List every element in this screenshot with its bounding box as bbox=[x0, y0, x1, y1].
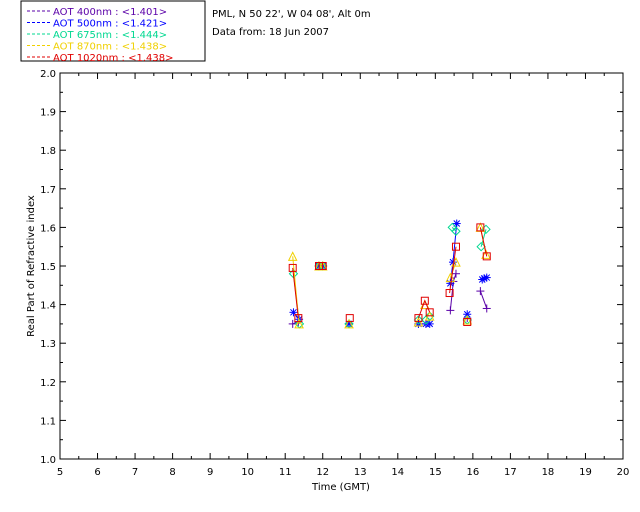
site-info: PML, N 50 22', W 04 08', Alt 0m bbox=[212, 9, 371, 20]
series-line bbox=[479, 290, 488, 309]
legend-entry: AOT 870nm : <1.438> bbox=[53, 42, 167, 53]
legend: AOT 400nm : <1.401>AOT 500nm : <1.421>AO… bbox=[20, 0, 206, 64]
y-tick-label: 1.5 bbox=[40, 262, 56, 273]
x-tick-label: 18 bbox=[542, 467, 555, 478]
data-point bbox=[476, 287, 485, 296]
y-tick-label: 1.4 bbox=[40, 301, 56, 312]
x-tick-label: 19 bbox=[579, 467, 592, 478]
series-0 bbox=[288, 262, 491, 328]
series-layer bbox=[287, 219, 491, 329]
data-point bbox=[446, 306, 455, 315]
plot-frame bbox=[59, 72, 624, 460]
x-tick-label: 6 bbox=[94, 467, 100, 478]
series-1 bbox=[289, 219, 491, 328]
y-tick-label: 1.2 bbox=[40, 378, 56, 389]
y-tick-label: 1.1 bbox=[40, 416, 56, 427]
data-point bbox=[482, 304, 491, 313]
x-tick-label: 15 bbox=[429, 467, 442, 478]
data-point bbox=[452, 219, 461, 228]
series-4 bbox=[288, 223, 491, 326]
x-axis-label: Time (GMT) bbox=[311, 482, 370, 493]
series-3 bbox=[287, 222, 491, 329]
legend-entry: AOT 1020nm : <1.438> bbox=[53, 53, 173, 64]
x-tick-label: 20 bbox=[617, 467, 630, 478]
x-axis: 5 6 7 8 9 10 11 12 13 14 15 16 17 18 19 20 bbox=[57, 73, 630, 478]
y-tick-label: 1.8 bbox=[40, 146, 56, 157]
legend-entry: AOT 675nm : <1.444> bbox=[53, 30, 167, 41]
x-tick-label: 11 bbox=[279, 467, 292, 478]
x-tick-label: 5 bbox=[57, 467, 63, 478]
x-tick-label: 16 bbox=[466, 467, 479, 478]
x-tick-label: 7 bbox=[132, 467, 138, 478]
x-tick-label: 17 bbox=[504, 467, 517, 478]
x-tick-label: 8 bbox=[169, 467, 175, 478]
y-axis: 1.0 1.1 1.2 1.3 1.4 1.5 1.6 1.7 1.8 1.9 2.0 bbox=[40, 69, 623, 466]
data-point bbox=[289, 308, 298, 317]
y-tick-label: 1.0 bbox=[40, 455, 56, 466]
series-2 bbox=[288, 222, 491, 329]
legend-entry: AOT 500nm : <1.421> bbox=[53, 19, 167, 30]
x-tick-label: 9 bbox=[207, 467, 213, 478]
data-point bbox=[482, 273, 491, 282]
x-tick-label: 10 bbox=[241, 467, 254, 478]
y-tick-label: 2.0 bbox=[40, 69, 56, 80]
y-tick-label: 1.7 bbox=[40, 185, 56, 196]
x-tick-label: 14 bbox=[391, 467, 404, 478]
y-tick-label: 1.3 bbox=[40, 339, 56, 350]
refractive-index-chart: AOT 400nm : <1.401>AOT 500nm : <1.421>AO… bbox=[20, 0, 630, 493]
data-date: Data from: 18 Jun 2007 bbox=[212, 27, 329, 38]
data-point bbox=[425, 319, 434, 328]
y-tick-label: 1.6 bbox=[40, 223, 56, 234]
x-tick-label: 12 bbox=[316, 467, 329, 478]
y-axis-label: Real Part of Refractive index bbox=[26, 195, 37, 337]
x-tick-label: 13 bbox=[354, 467, 367, 478]
y-tick-label: 1.9 bbox=[40, 108, 56, 119]
legend-entry: AOT 400nm : <1.401> bbox=[53, 7, 167, 18]
